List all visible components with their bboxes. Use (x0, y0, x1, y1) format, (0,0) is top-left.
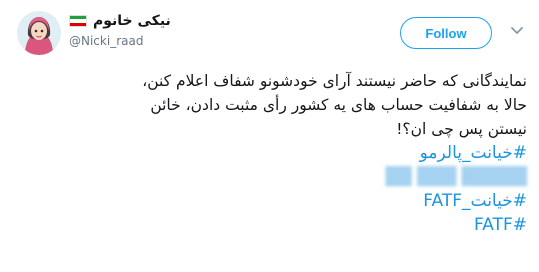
follow-button[interactable]: Follow (400, 17, 492, 49)
display-name[interactable]: نیکی خانوم (93, 12, 171, 30)
tweet-line: حالا به شفافیت حساب های یه کشور رأی مثبت… (150, 96, 527, 114)
name-row: نیکی خانوم (69, 12, 171, 30)
tweet-text: نمایندگانی که حاضر نیستند آرای خودشونو ش… (12, 69, 527, 237)
user-info: نیکی خانوم @Nicki_raad (69, 12, 171, 48)
tweet-line: نیستن پس چی ان؟! (396, 120, 527, 138)
hashtag-link[interactable]: #FATF (12, 213, 527, 237)
hashtag-link[interactable]: #خیانت_FATF (12, 189, 527, 213)
tweet-line: نمایندگانی که حاضر نیستند آرای خودشونو ش… (142, 72, 527, 90)
chevron-down-icon[interactable] (508, 22, 526, 40)
avatar[interactable] (17, 11, 61, 55)
hashtag-link-obscured: █████ ███ ██ (385, 167, 527, 187)
user-handle[interactable]: @Nicki_raad (69, 34, 171, 48)
iran-flag-icon (69, 15, 87, 27)
avatar-illustration (17, 11, 61, 55)
hashtag-link[interactable]: #خیانت_پالرمو (12, 141, 527, 165)
